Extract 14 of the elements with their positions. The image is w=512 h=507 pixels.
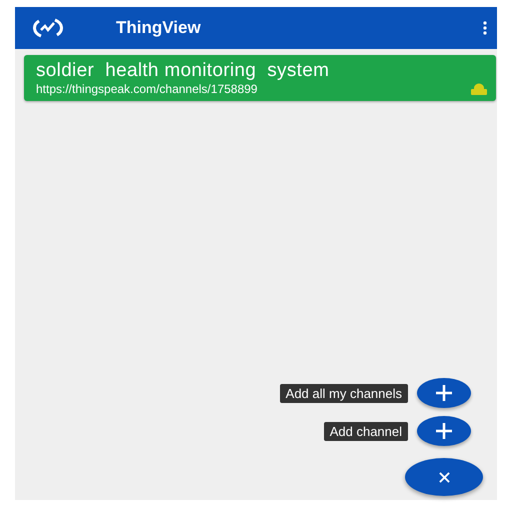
channel-url: https://thingspeak.com/channels/1758899	[36, 82, 258, 96]
more-icon[interactable]	[483, 21, 487, 35]
close-button[interactable]	[405, 458, 483, 496]
app-title: ThingView	[116, 18, 202, 38]
close-icon	[438, 472, 450, 482]
add-button[interactable]	[417, 378, 471, 408]
action-label: Add channel	[324, 422, 408, 440]
plus-icon	[435, 422, 453, 440]
channel-card[interactable]: soldier health monitoring system https://thingspeak.com/channels/1758899	[24, 55, 496, 101]
channel-name: soldier health monitoring system	[36, 60, 330, 82]
plus-icon	[435, 384, 453, 402]
logo-icon	[33, 17, 63, 39]
add-button[interactable]	[417, 416, 471, 446]
action-label: Add all my channels	[280, 384, 408, 402]
